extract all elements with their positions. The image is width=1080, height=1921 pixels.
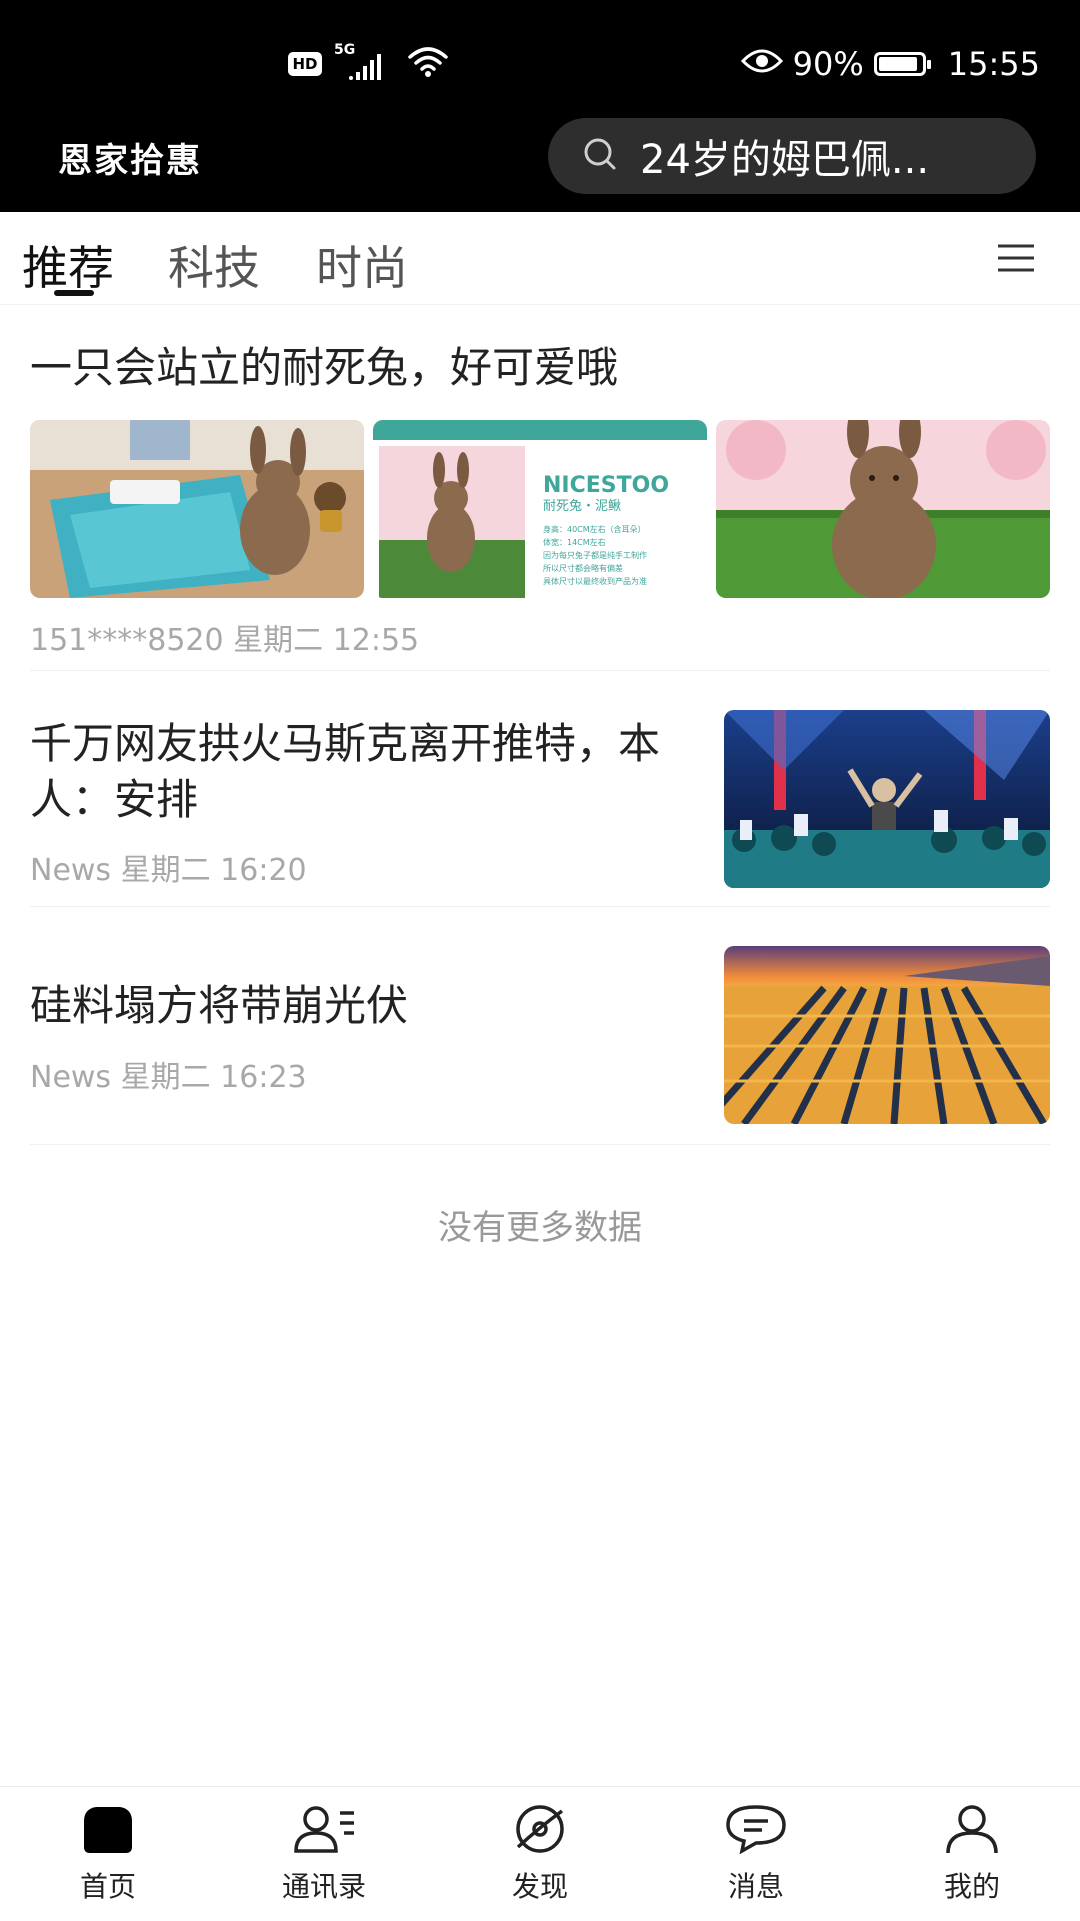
signal-icon: 5G <box>334 42 394 82</box>
article-image-1 <box>30 420 364 598</box>
nav-item-contacts[interactable]: 通讯录 <box>254 1803 394 1905</box>
product-spec-3: 因为每只兔子都是纯手工制作 <box>543 550 647 560</box>
product-subtitle-text: 耐死兔・泥鳅 <box>543 499 621 514</box>
category-tabs: 推荐 科技 时尚 <box>0 212 1080 305</box>
menu-icon[interactable] <box>996 240 1036 280</box>
article-time: 星期二 16:23 <box>120 1060 307 1095</box>
eye-icon <box>740 45 783 83</box>
article-card-1[interactable]: 一只会站立的耐死兔，好可爱哦 NICESTOO 耐死兔・泥鳅 身高：40CM左右… <box>30 340 1050 671</box>
bottom-nav: 首页 通讯录 发现 消息 我的 <box>0 1786 1080 1921</box>
product-spec-4: 所以尺寸都会略有偏差 <box>543 563 623 573</box>
article-title: 一只会站立的耐死兔，好可爱哦 <box>30 343 619 392</box>
product-brand-text: NICESTOO <box>543 473 669 498</box>
contacts-icon <box>292 1806 356 1859</box>
article-source: 151****8520 <box>30 623 224 658</box>
status-time: 15:55 <box>947 45 1040 83</box>
article-image-2: NICESTOO 耐死兔・泥鳅 身高：40CM左右（含耳朵） 体宽：14CM左右… <box>373 420 707 598</box>
top-bar: HD 5G 90% 15:55 恩家拾惠 24岁的姆巴佩... <box>0 0 1080 212</box>
profile-icon <box>942 1805 1002 1859</box>
nav-item-messages[interactable]: 消息 <box>686 1803 826 1905</box>
battery-percent: 90% <box>792 45 864 83</box>
article-meta: News 星期二 16:20 <box>30 845 307 889</box>
article-title: 硅料塌方将带崩光伏 <box>30 981 409 1030</box>
article-card-2[interactable]: 千万网友拱火马斯克离开推特，本人：安排 News 星期二 16:20 <box>30 710 1050 907</box>
divider <box>30 670 1050 671</box>
article-time: 星期二 16:20 <box>120 853 307 888</box>
status-left-icons: HD 5G <box>288 42 450 86</box>
article-card-3[interactable]: 硅料塌方将带崩光伏 News 星期二 16:23 <box>30 946 1050 1145</box>
search-bar[interactable]: 24岁的姆巴佩... <box>548 118 1036 194</box>
status-right-icons: 90% 15:55 <box>740 40 1040 88</box>
nav-label: 发现 <box>511 1870 568 1903</box>
discover-icon <box>510 1805 570 1859</box>
article-meta: 151****8520 星期二 12:55 <box>30 615 419 659</box>
product-spec-5: 具体尺寸以最终收到产品为准 <box>543 576 647 586</box>
divider <box>30 906 1050 907</box>
search-icon <box>582 136 618 176</box>
article-title: 千万网友拱火马斯克离开推特，本人：安排 <box>30 719 661 824</box>
no-more-data-text: 没有更多数据 <box>438 1208 642 1248</box>
home-icon <box>78 1807 138 1859</box>
tab-fashion[interactable]: 时尚 <box>316 232 408 298</box>
wifi-icon <box>406 45 450 83</box>
nav-label: 消息 <box>727 1870 784 1903</box>
article-source: News <box>30 1060 112 1095</box>
divider <box>30 1144 1050 1145</box>
product-spec-1: 身高：40CM左右（含耳朵） <box>543 524 646 534</box>
status-bar: HD 5G 90% 15:55 <box>0 0 1080 110</box>
article-thumbnail <box>724 946 1050 1124</box>
article-image-3 <box>716 420 1050 598</box>
battery-icon <box>873 52 931 76</box>
article-time: 星期二 12:55 <box>233 623 420 658</box>
app-brand-logo: 恩家拾惠 <box>58 141 202 181</box>
nav-item-home[interactable]: 首页 <box>38 1803 178 1905</box>
hd-badge: HD <box>288 52 322 76</box>
nav-label: 通讯录 <box>281 1870 366 1903</box>
article-thumbnail <box>724 710 1050 888</box>
nav-label: 首页 <box>79 1870 136 1903</box>
nav-item-discover[interactable]: 发现 <box>470 1803 610 1905</box>
nav-item-profile[interactable]: 我的 <box>902 1803 1042 1905</box>
article-source: News <box>30 853 112 888</box>
active-tab-indicator <box>54 290 94 296</box>
tab-recommend[interactable]: 推荐 <box>22 232 114 298</box>
product-spec-2: 体宽：14CM左右 <box>543 537 606 547</box>
search-placeholder: 24岁的姆巴佩... <box>640 137 930 183</box>
nav-label: 我的 <box>943 1870 1000 1903</box>
message-icon <box>724 1805 788 1859</box>
article-meta: News 星期二 16:23 <box>30 1052 307 1096</box>
tab-tech[interactable]: 科技 <box>168 232 260 298</box>
battery-fill <box>878 57 917 71</box>
